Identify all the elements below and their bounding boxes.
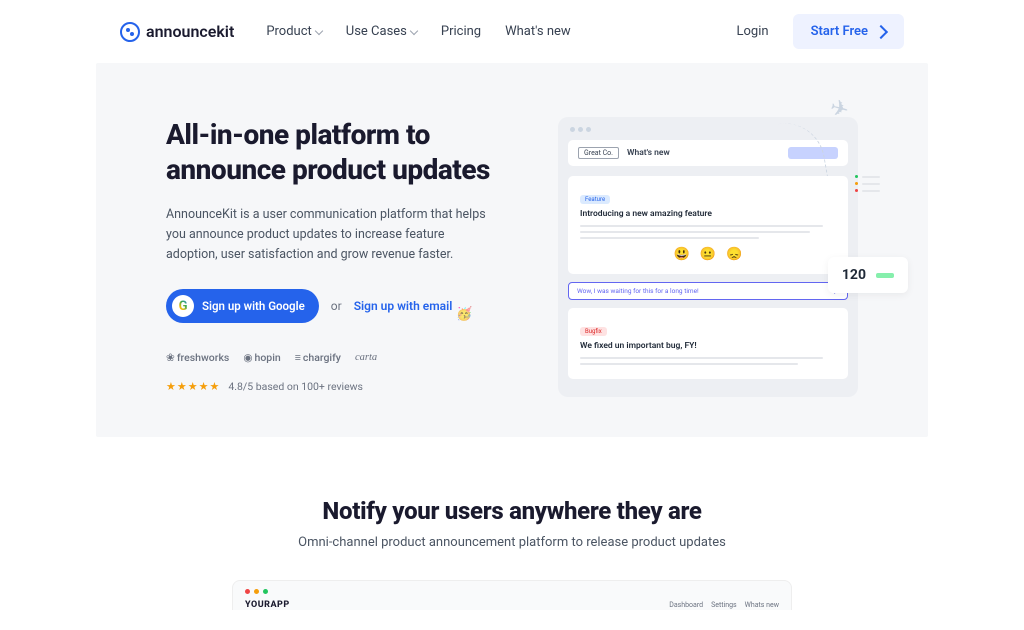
section-title: Notify your users anywhere they are xyxy=(0,497,1024,525)
nav-right: Login Start Free xyxy=(737,14,904,49)
section-subtitle: Omni-channel product announcement platfo… xyxy=(0,535,1024,550)
notify-section: Notify your users anywhere they are Omni… xyxy=(0,437,1024,630)
feature-pill: Feature xyxy=(580,195,610,204)
hero-title: All-in-one platform to announce product … xyxy=(166,117,492,187)
google-signup-button[interactable]: G Sign up with Google xyxy=(166,289,319,323)
app-nav: Dashboard Settings Whats new xyxy=(669,601,779,609)
star-icons: ★★★★★ xyxy=(166,380,220,393)
hero-illustration: ✈ Great Co. What's new Feature Introduci… xyxy=(532,117,858,397)
engagement-indicators xyxy=(855,175,880,192)
mockup-card-feature: Feature Introducing a new amazing featur… xyxy=(568,176,848,274)
nav-left: announcekit Product Use Cases Pricing Wh… xyxy=(120,22,571,42)
nav-menu: Product Use Cases Pricing What's new xyxy=(266,24,570,39)
rating-row: ★★★★★ 4.8/5 based on 100+ reviews xyxy=(166,380,492,393)
or-text: or xyxy=(331,299,342,313)
app-toolbar: YOURAPP Dashboard Settings Whats new xyxy=(245,600,779,610)
email-signup-link[interactable]: Sign up with email xyxy=(354,299,453,313)
mockup-title: What's new xyxy=(627,148,670,158)
logo-icon xyxy=(120,22,140,42)
brand-tag: Great Co. xyxy=(578,147,619,159)
arrow-right-icon xyxy=(874,24,888,38)
metric-value: 120 xyxy=(842,267,866,283)
partner-logos: ❀ freshworks ◉hopin ≡chargify carta xyxy=(166,351,492,364)
nav-item-pricing[interactable]: Pricing xyxy=(441,24,481,39)
card-title: We fixed un important bug, FY! xyxy=(580,341,836,351)
rating-text: 4.8/5 based on 100+ reviews xyxy=(228,380,363,393)
brand-text: announcekit xyxy=(146,22,234,41)
floating-emoji: 🥳 xyxy=(456,307,472,322)
metric-card: 120 xyxy=(828,257,908,293)
app-brand: YOURAPP xyxy=(245,600,290,610)
reply-input: Wow, I was waiting for this for a long t… xyxy=(568,282,848,300)
mockup-card-bugfix: Bugfix We fixed un important bug, FY! xyxy=(568,308,848,379)
start-free-button[interactable]: Start Free xyxy=(793,14,904,49)
bugfix-pill: Bugfix xyxy=(580,327,607,336)
partner-hopin: ◉hopin xyxy=(243,351,280,364)
partner-chargify: ≡chargify xyxy=(295,351,341,364)
card-title: Introducing a new amazing feature xyxy=(580,209,836,219)
nav-item-usecases[interactable]: Use Cases xyxy=(346,24,417,39)
partner-carta: carta xyxy=(355,352,377,363)
partner-freshworks: ❀ freshworks xyxy=(166,351,229,364)
hero-section: All-in-one platform to announce product … xyxy=(96,63,928,437)
chevron-down-icon xyxy=(315,26,323,34)
login-link[interactable]: Login xyxy=(737,24,769,39)
emoji-reactions: 😃 😐 😞 xyxy=(580,243,836,264)
google-icon: G xyxy=(172,295,194,317)
metric-sparkline xyxy=(876,273,894,278)
paper-plane-icon: ✈ xyxy=(827,95,851,124)
nav-item-whatsnew[interactable]: What's new xyxy=(505,24,571,39)
hero-content: All-in-one platform to announce product … xyxy=(166,117,492,397)
hero-description: AnnounceKit is a user communication plat… xyxy=(166,205,492,265)
window-controls xyxy=(245,589,779,594)
chevron-down-icon xyxy=(410,26,418,34)
top-nav: announcekit Product Use Cases Pricing Wh… xyxy=(0,0,1024,63)
product-mockup: ✈ Great Co. What's new Feature Introduci… xyxy=(558,117,858,397)
brand-logo[interactable]: announcekit xyxy=(120,22,234,42)
cta-row: G Sign up with Google or Sign up with em… xyxy=(166,289,492,323)
app-mockup: YOURAPP Dashboard Settings Whats new xyxy=(232,580,792,610)
nav-item-product[interactable]: Product xyxy=(266,24,321,39)
